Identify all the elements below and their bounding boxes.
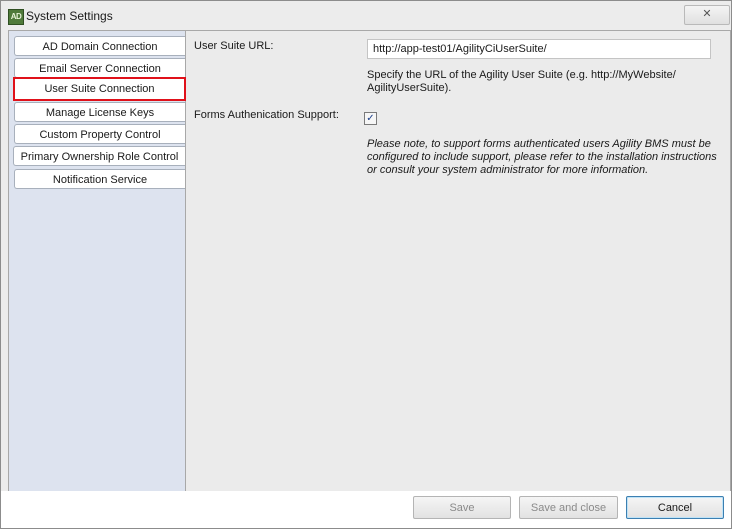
- sidebar-item-custom-property-control[interactable]: Custom Property Control: [14, 124, 185, 144]
- window-title: System Settings: [26, 9, 113, 23]
- cancel-button[interactable]: Cancel: [626, 496, 724, 519]
- sidebar-item-notification-service[interactable]: Notification Service: [14, 169, 185, 189]
- settings-panel: AD Domain Connection Email Server Connec…: [8, 30, 731, 492]
- save-button[interactable]: Save: [413, 496, 511, 519]
- close-button[interactable]: ✕: [684, 5, 730, 25]
- title-bar: AD System Settings ✕: [1, 1, 731, 29]
- close-icon: ✕: [702, 8, 712, 20]
- system-settings-window: AD System Settings ✕ AD Domain Connectio…: [0, 0, 732, 529]
- url-label: User Suite URL:: [194, 40, 274, 52]
- checkmark-icon: ✓: [366, 113, 375, 124]
- url-help-text: Specify the URL of the Agility User Suit…: [367, 69, 676, 94]
- sidebar-item-manage-license-keys[interactable]: Manage License Keys: [14, 102, 185, 122]
- sidebar-item-email-server-connection[interactable]: Email Server Connection: [14, 58, 185, 78]
- user-suite-connection-form: User Suite URL: Specify the URL of the A…: [186, 31, 730, 491]
- sidebar-item-user-suite-connection[interactable]: User Suite Connection: [13, 77, 186, 101]
- forms-auth-checkbox[interactable]: ✓: [364, 112, 377, 125]
- forms-auth-label: Forms Authenication Support:: [194, 109, 339, 121]
- sidebar-item-ad-domain-connection[interactable]: AD Domain Connection: [14, 36, 185, 56]
- app-logo-icon: AD: [8, 9, 24, 25]
- save-and-close-button[interactable]: Save and close: [519, 496, 618, 519]
- sidebar-item-primary-ownership-role-control[interactable]: Primary Ownership Role Control: [13, 146, 185, 166]
- user-suite-url-input[interactable]: [367, 39, 711, 59]
- dialog-footer: Save Save and close Cancel: [1, 491, 731, 528]
- forms-auth-note: Please note, to support forms authentica…: [367, 138, 717, 176]
- settings-sidebar: AD Domain Connection Email Server Connec…: [9, 31, 186, 491]
